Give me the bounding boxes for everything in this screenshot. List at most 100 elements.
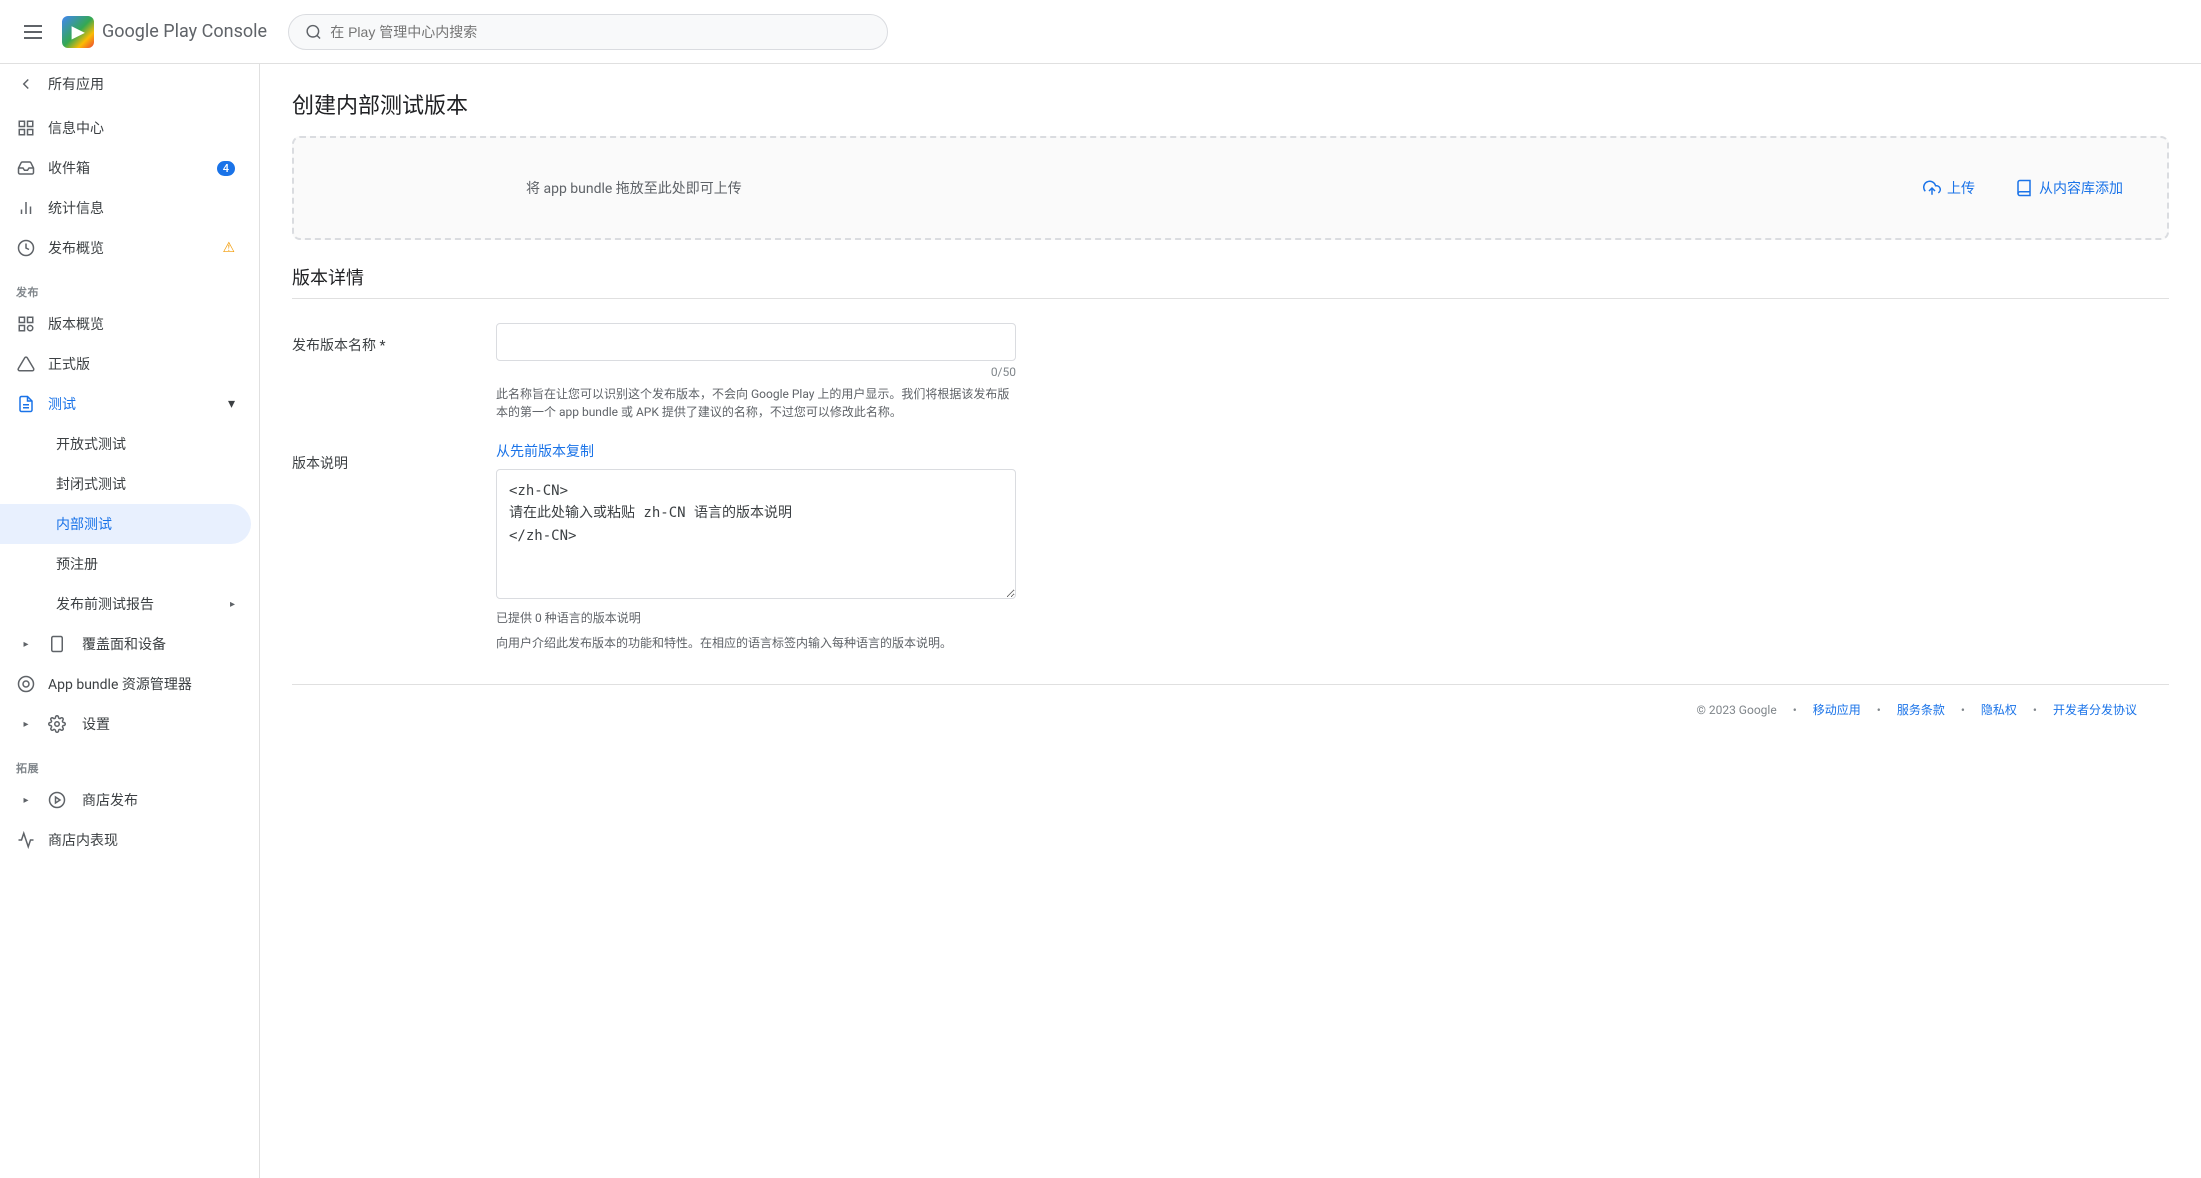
- sidebar-item-label: 正式版: [48, 354, 90, 374]
- sidebar-item-release[interactable]: 正式版: [0, 344, 251, 384]
- search-icon: [305, 23, 322, 41]
- release-notes-textarea[interactable]: <zh-CN> 请在此处输入或粘贴 zh-CN 语言的版本说明 </zh-CN>: [496, 469, 1016, 599]
- sidebar-item-label: 收件箱: [48, 158, 90, 178]
- library-icon: [2015, 179, 2033, 197]
- bundle-icon: [16, 674, 36, 694]
- chevron-down-icon: ▾: [228, 396, 235, 412]
- sidebar-item-label: 覆盖面和设备: [82, 634, 166, 654]
- section-label-publish: 发布: [0, 268, 259, 304]
- bar-chart-icon: [16, 198, 36, 218]
- sidebar-item-label: 开放式测试: [56, 434, 126, 454]
- back-to-all-apps[interactable]: 所有应用: [0, 64, 251, 104]
- upload-area: 将 app bundle 拖放至此处即可上传 上传 从内容库添加: [292, 136, 2169, 240]
- sidebar-item-label: 内部测试: [56, 514, 112, 534]
- dot-separator: •: [2033, 703, 2037, 717]
- sidebar-item-label: 发布前测试报告: [56, 594, 154, 614]
- copyright: © 2023 Google: [1696, 703, 1776, 717]
- sidebar-item-inbox[interactable]: 收件箱 4: [0, 148, 251, 188]
- upload-button[interactable]: 上传: [1911, 170, 1987, 206]
- form-section: 发布版本名称 * 0/50 此名称旨在让您可以识别这个发布版本，不会向 Goog…: [292, 323, 2169, 652]
- sidebar-item-stats[interactable]: 统计信息: [0, 188, 251, 228]
- sidebar-item-store-performance[interactable]: 商店内表现: [0, 820, 251, 860]
- release-notes-label: 版本说明: [292, 441, 472, 473]
- release-name-help: 此名称旨在让您可以识别这个发布版本，不会向 Google Play 上的用户显示…: [496, 385, 1016, 421]
- release-name-field: 0/50 此名称旨在让您可以识别这个发布版本，不会向 Google Play 上…: [496, 323, 2169, 421]
- gear-icon: [48, 715, 66, 733]
- notes-status: 已提供 0 种语言的版本说明: [496, 609, 2169, 626]
- sidebar-item-closed-test[interactable]: 封闭式测试: [0, 464, 251, 504]
- sidebar-item-open-test[interactable]: 开放式测试: [0, 424, 251, 464]
- release-name-row: 发布版本名称 * 0/50 此名称旨在让您可以识别这个发布版本，不会向 Goog…: [292, 323, 2169, 421]
- sidebar-item-version-overview[interactable]: 版本概览: [0, 304, 251, 344]
- menu-icon[interactable]: [16, 17, 50, 47]
- sidebar-item-label: 发布概览: [48, 238, 104, 258]
- add-from-library-button[interactable]: 从内容库添加: [2003, 170, 2135, 206]
- sidebar-item-pre-launch[interactable]: 发布前测试报告 ▸: [0, 584, 251, 624]
- main-layout: 所有应用 信息中心 收件箱 4: [0, 64, 2201, 1178]
- release-notes-field: 从先前版本复制 <zh-CN> 请在此处输入或粘贴 zh-CN 语言的版本说明 …: [496, 441, 2169, 652]
- top-header: ▶ Google Play Console: [0, 0, 2201, 64]
- sidebar-item-internal-test[interactable]: 内部测试: [0, 504, 251, 544]
- section-title: 版本详情: [292, 264, 2169, 299]
- copy-from-prev-link[interactable]: 从先前版本复制: [496, 444, 594, 460]
- coverage-icon: ▸: [16, 634, 36, 654]
- upload-label: 上传: [1947, 178, 1975, 198]
- inbox-badge: 4: [217, 161, 235, 176]
- sidebar-item-app-bundle[interactable]: App bundle 资源管理器: [0, 664, 251, 704]
- page-title: 创建内部测试版本: [292, 88, 2169, 120]
- dot-separator: •: [1793, 703, 1797, 717]
- sidebar-item-pre-register[interactable]: 预注册: [0, 544, 251, 584]
- sidebar-item-publish-overview[interactable]: 发布概览 ⚠: [0, 228, 251, 268]
- release-icon: [16, 354, 36, 374]
- chart-icon: [16, 830, 36, 850]
- sidebar-item-label: 设置: [82, 714, 110, 734]
- footer-link-terms[interactable]: 服务条款: [1897, 701, 1945, 718]
- upload-icon: [1923, 179, 1941, 197]
- sidebar-item-label: 封闭式测试: [56, 474, 126, 494]
- sidebar-item-store-publish[interactable]: ▸ 商店发布: [0, 780, 251, 820]
- sidebar-item-label: 商店发布: [82, 790, 138, 810]
- sidebar-item-label: 版本概览: [48, 314, 104, 334]
- sidebar-item-test[interactable]: 测试 ▾: [0, 384, 251, 424]
- warning-icon: ⚠: [222, 240, 235, 256]
- release-name-input[interactable]: [496, 323, 1016, 361]
- footer-link-privacy[interactable]: 隐私权: [1981, 701, 2017, 718]
- sidebar-item-label: 预注册: [56, 554, 98, 574]
- sidebar-item-label: 统计信息: [48, 198, 104, 218]
- logo-area: ▶ Google Play Console: [62, 16, 267, 48]
- footer-link-dev-agreement[interactable]: 开发者分发协议: [2053, 701, 2137, 718]
- search-input[interactable]: [330, 24, 871, 40]
- release-notes-row: 版本说明 从先前版本复制 <zh-CN> 请在此处输入或粘贴 zh-CN 语言的…: [292, 441, 2169, 652]
- sidebar-item-label: 商店内表现: [48, 830, 118, 850]
- page-footer: © 2023 Google • 移动应用 • 服务条款 • 隐私权 • 开发者分…: [292, 684, 2169, 734]
- version-icon: [16, 314, 36, 334]
- back-label: 所有应用: [48, 74, 104, 94]
- release-name-label: 发布版本名称 *: [292, 323, 472, 355]
- test-icon: [16, 394, 36, 414]
- back-icon: [16, 74, 36, 94]
- expand-store-icon: ▸: [16, 790, 36, 810]
- sidebar-item-coverage[interactable]: ▸ 覆盖面和设备: [0, 624, 251, 664]
- sidebar: 所有应用 信息中心 收件箱 4: [0, 64, 260, 1178]
- release-notes-help: 向用户介绍此发布版本的功能和特性。在相应的语言标签内输入每种语言的版本说明。: [496, 634, 1016, 652]
- search-bar[interactable]: [288, 14, 888, 50]
- sidebar-item-dashboard[interactable]: 信息中心: [0, 108, 251, 148]
- sidebar-item-label: 测试: [48, 394, 76, 414]
- header-left: ▶ Google Play Console: [16, 16, 276, 48]
- grid-icon: [16, 118, 36, 138]
- settings-icon: ▸: [16, 714, 36, 734]
- devices-icon: [48, 635, 66, 653]
- upload-hint: 将 app bundle 拖放至此处即可上传: [326, 178, 742, 198]
- dot-separator: •: [1877, 703, 1881, 717]
- dot-separator: •: [1961, 703, 1965, 717]
- inbox-icon: [16, 158, 36, 178]
- sidebar-item-label: App bundle 资源管理器: [48, 674, 192, 694]
- app-title: Google Play Console: [102, 21, 267, 42]
- sidebar-item-settings[interactable]: ▸ 设置: [0, 704, 251, 744]
- content-area: 创建内部测试版本 将 app bundle 拖放至此处即可上传 上传 从内容库添…: [260, 64, 2201, 1178]
- add-from-library-label: 从内容库添加: [2039, 178, 2123, 198]
- store-icon: [48, 791, 66, 809]
- sidebar-item-label: 信息中心: [48, 118, 104, 138]
- play-logo-icon: ▶: [62, 16, 94, 48]
- footer-link-mobile[interactable]: 移动应用: [1813, 701, 1861, 718]
